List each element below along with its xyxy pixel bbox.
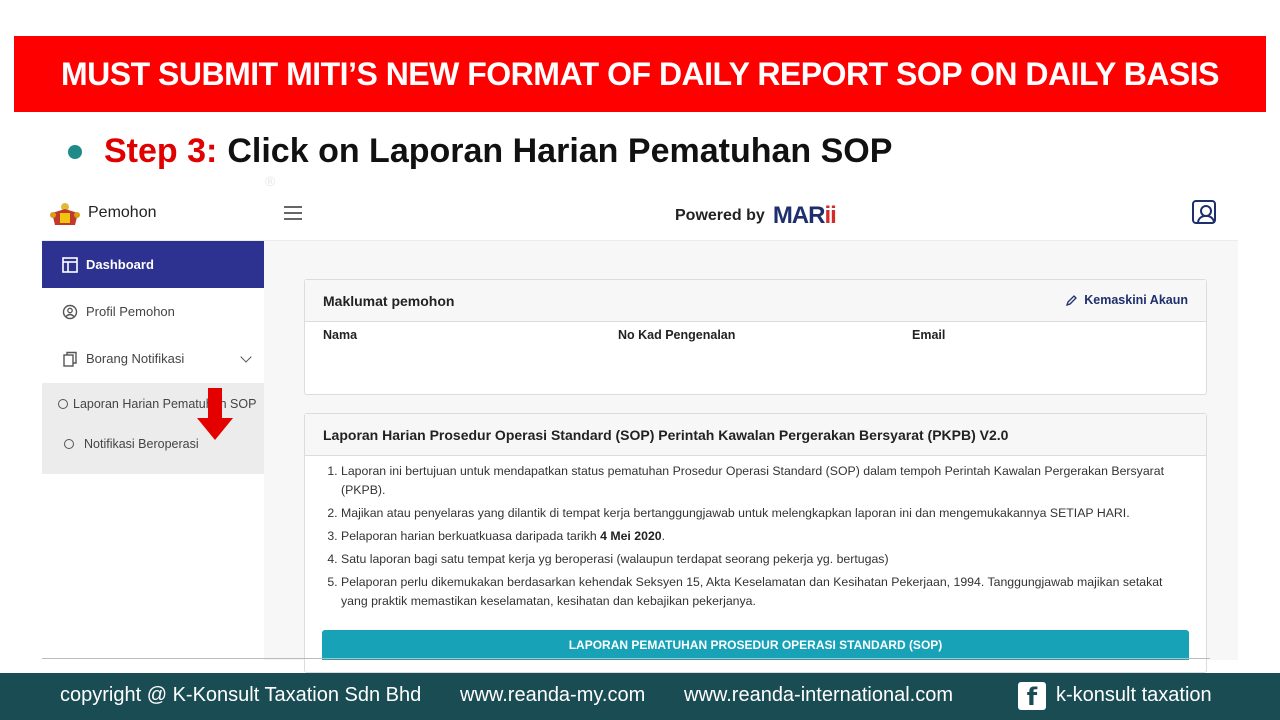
info-card-title: Maklumat pemohon <box>323 292 455 309</box>
title-banner: MUST SUBMIT MITI’S NEW FORMAT OF DAILY R… <box>14 36 1266 112</box>
document-icon <box>62 351 78 367</box>
sop-report-button[interactable]: LAPORAN PEMATUHAN PROSEDUR OPERASI STAND… <box>322 630 1189 660</box>
rule-item: Pelaporan harian berkuatkuasa daripada t… <box>341 527 1188 546</box>
chevron-down-icon[interactable] <box>240 351 252 363</box>
footer-site1[interactable]: www.reanda-my.com <box>460 684 645 707</box>
info-card: Maklumat pemohon Kemaskini Akaun Nama No… <box>304 279 1207 395</box>
rule-item: Satu laporan bagi satu tempat kerja yg b… <box>341 550 1188 569</box>
powered-by-text: Powered by <box>675 207 765 224</box>
app-screenshot: Pemohon Powered by MARii Dashboard Profi… <box>42 190 1238 673</box>
crest-icon <box>50 203 80 225</box>
facebook-icon[interactable]: f <box>1018 682 1046 711</box>
col-nama: Nama <box>323 328 358 342</box>
hamburger-icon[interactable] <box>284 206 302 220</box>
rule-item: Pelaporan perlu dikemukakan berdasarkan … <box>341 573 1188 611</box>
bullet-dot <box>68 144 82 159</box>
logo-accent: ii <box>824 202 836 229</box>
step-label: Step 3: <box>104 132 218 170</box>
sidebar: Dashboard Profil Pemohon Borang Notifika… <box>42 241 264 660</box>
brand[interactable]: Pemohon <box>48 199 157 227</box>
dashboard-icon <box>62 256 78 273</box>
top-bar: Pemohon Powered by MARii <box>42 190 1238 241</box>
footer-site2[interactable]: www.reanda-international.com <box>684 684 953 707</box>
sidebar-item-borang[interactable]: Borang Notifikasi <box>42 335 264 382</box>
rule-item: Majikan atau penyelaras yang dilantik di… <box>341 504 1188 523</box>
powered-by: Powered by MARii <box>675 202 837 230</box>
footer-facebook-name[interactable]: k-konsult taxation <box>1056 684 1212 707</box>
step-text: Click on Laporan Harian Pematuhan SOP <box>227 132 893 170</box>
rule3-pre: Pelaporan harian berkuatkuasa daripada t… <box>341 529 601 543</box>
edit-account-link[interactable]: Kemaskini Akaun <box>1065 293 1188 307</box>
info-columns: Nama No Kad Pengenalan Email <box>305 322 1206 352</box>
banner-title: MUST SUBMIT MITI’S NEW FORMAT OF DAILY R… <box>60 55 1220 92</box>
circle-icon <box>58 399 68 409</box>
rule3-date: 4 Mei 2020 <box>600 529 662 543</box>
sub-label-notifikasi: Notifikasi Beroperasi <box>84 437 199 451</box>
sop-card-header: Laporan Harian Prosedur Operasi Standard… <box>305 414 1206 456</box>
brand-name: Pemohon <box>88 204 157 221</box>
sidebar-label-borang: Borang Notifikasi <box>86 351 185 366</box>
main-content: Maklumat pemohon Kemaskini Akaun Nama No… <box>264 241 1238 673</box>
sop-card-title: Laporan Harian Prosedur Operasi Standard… <box>323 426 1009 443</box>
rule3-post: . <box>661 529 666 543</box>
marii-logo: MARii <box>772 202 837 230</box>
rule-item: Laporan ini bertujuan untuk mendapatkan … <box>341 462 1188 500</box>
col-email: Email <box>912 328 946 342</box>
sidebar-item-notifikasi[interactable]: Notifikasi Beroperasi <box>64 437 199 451</box>
footer-copyright: copyright @ K-Konsult Taxation Sdn Bhd <box>60 684 422 706</box>
edit-account-label: Kemaskini Akaun <box>1084 293 1188 307</box>
pencil-icon <box>1066 294 1078 306</box>
user-icon[interactable] <box>1192 200 1216 224</box>
sidebar-item-profil[interactable]: Profil Pemohon <box>42 288 264 335</box>
step-heading: Step 3: Click on Laporan Harian Pematuha… <box>68 132 892 171</box>
col-ic: No Kad Pengenalan <box>618 328 736 342</box>
sidebar-label-profil: Profil Pemohon <box>86 304 175 319</box>
profile-icon <box>62 304 78 320</box>
sop-card: Laporan Harian Prosedur Operasi Standard… <box>304 413 1207 673</box>
circle-icon <box>64 439 74 449</box>
info-card-header: Maklumat pemohon Kemaskini Akaun <box>305 280 1206 322</box>
sidebar-label-dashboard: Dashboard <box>86 257 154 272</box>
registered-mark: ® <box>265 173 276 189</box>
footer: copyright @ K-Konsult Taxation Sdn Bhd w… <box>0 673 1280 720</box>
sidebar-item-dashboard[interactable]: Dashboard <box>42 241 264 288</box>
red-arrow-icon <box>197 388 233 440</box>
logo-main: MAR <box>772 202 826 229</box>
rules-list: Laporan ini bertujuan untuk mendapatkan … <box>305 456 1206 611</box>
divider <box>42 658 1210 659</box>
